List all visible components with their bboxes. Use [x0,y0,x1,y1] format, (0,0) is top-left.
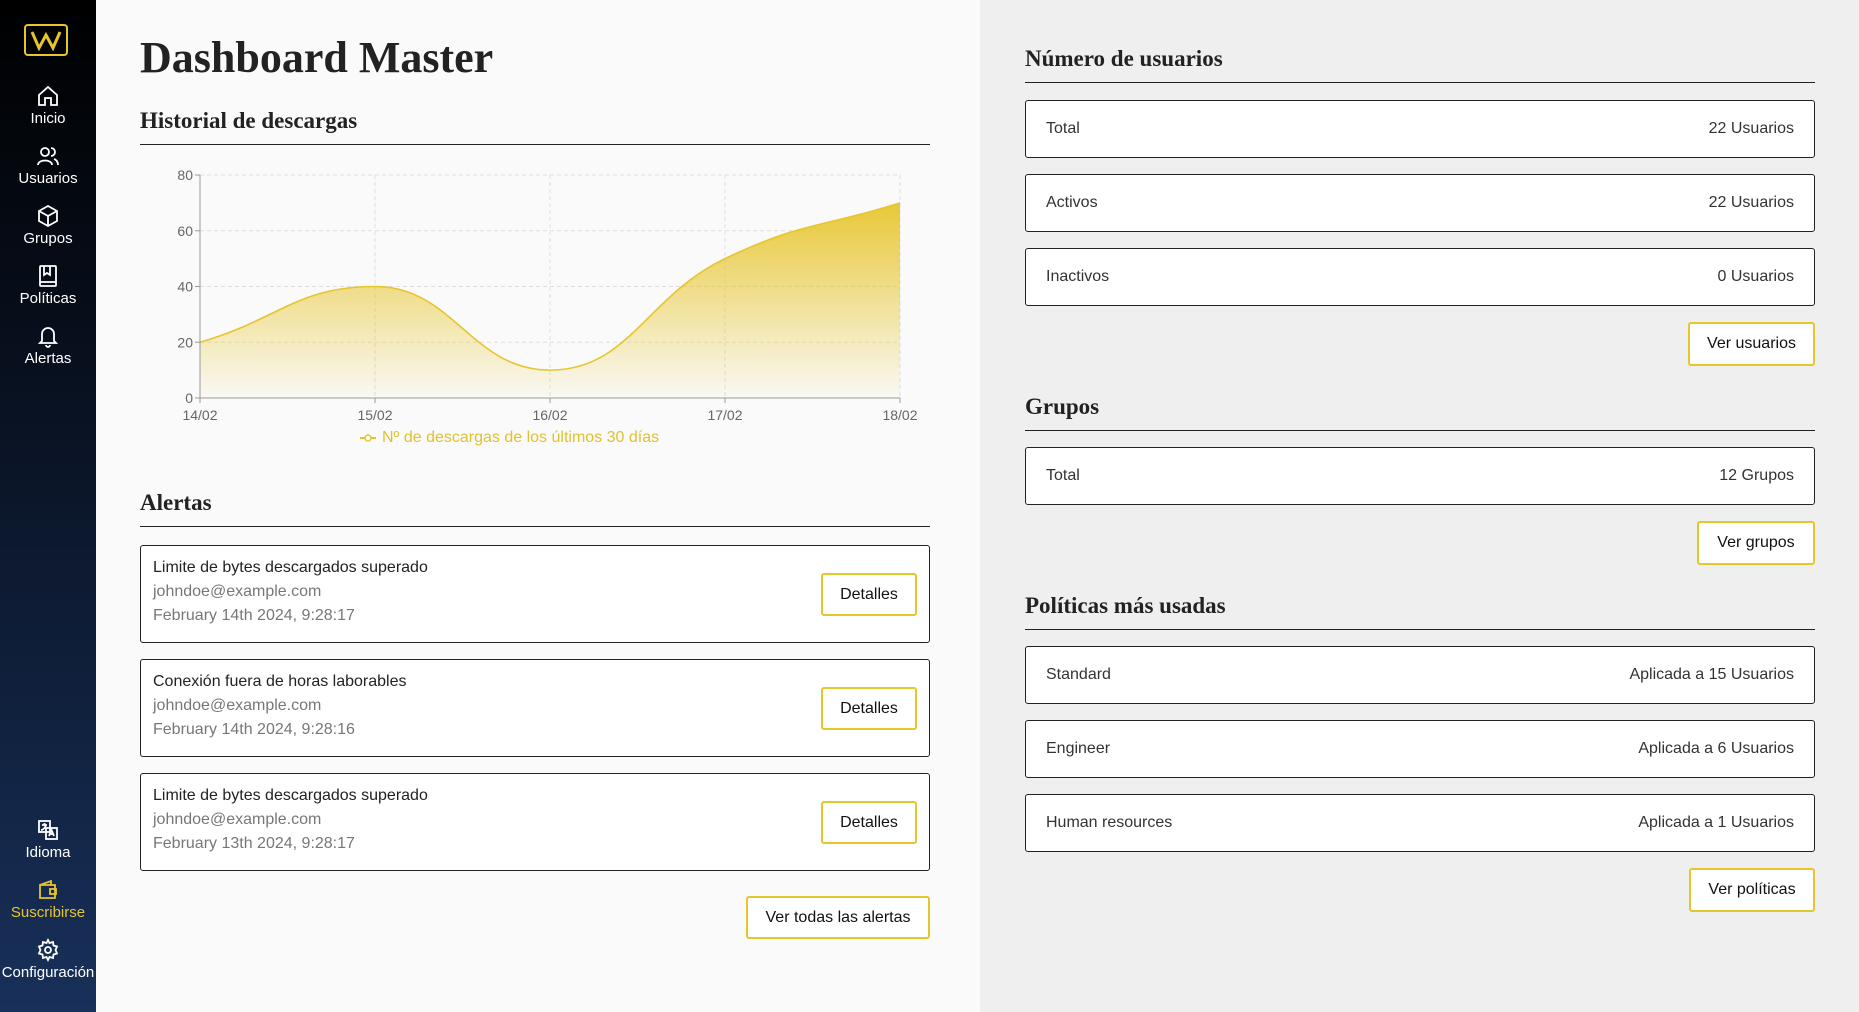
alert-title: Limite de bytes descargados superado [153,787,428,804]
sidebar-item-label: Suscribirse [10,904,86,921]
legend-marker-icon [360,434,376,442]
policy-row: Engineer Aplicada a 6 Usuarios [1025,720,1815,778]
policy-row: Human resources Aplicada a 1 Usuarios [1025,794,1815,852]
sidebar-item-label: Inicio [30,110,66,127]
users-active-row: Activos 22 Usuarios [1025,174,1815,232]
x-tick-label: 15/02 [357,407,392,423]
alert-email: johndoe@example.com [153,811,322,828]
stat-value: Aplicada a 6 Usuarios [1638,740,1794,757]
stat-label: Engineer [1046,740,1111,757]
home-icon [38,85,58,106]
users-total-row: Total 22 Usuarios [1025,100,1815,158]
y-tick-label: 0 [185,390,193,406]
cube-icon [38,204,58,228]
downloads-chart: 0 20 40 60 80 14/02 15/02 16/02 17/02 18/02 [177,167,917,423]
sidebar: Inicio Usuarios Grupos Políticas Alertas… [0,0,96,1012]
logo-w-icon [30,31,62,51]
alert-details-button[interactable]: Detalles [821,687,917,730]
downloads-section-title: Historial de descargas [140,108,930,145]
bell-icon [37,327,59,348]
alert-card: Limite de bytes descargados superado joh… [140,545,930,643]
sidebar-item-idioma[interactable]: Idioma [0,818,96,861]
sidebar-item-label: Idioma [25,844,71,861]
stat-value: 0 Usuarios [1717,268,1794,285]
alert-date: February 13th 2024, 9:28:17 [153,835,355,852]
users-inactive-row: Inactivos 0 Usuarios [1025,248,1815,306]
groups-total-row: Total 12 Grupos [1025,447,1815,505]
alert-title: Limite de bytes descargados superado [153,559,428,576]
sidebar-item-label: Grupos [23,230,73,247]
y-tick-label: 40 [177,279,193,295]
logo[interactable] [24,24,68,56]
stat-label: Total [1046,467,1080,484]
book-icon [39,265,57,287]
sidebar-item-label: Usuarios [18,170,78,187]
sidebar-item-usuarios[interactable]: Usuarios [0,144,96,187]
stat-value: 22 Usuarios [1708,120,1794,137]
x-tick-label: 17/02 [707,407,742,423]
alert-date: February 14th 2024, 9:28:16 [153,721,355,738]
y-tick-label: 80 [177,167,193,183]
view-users-button[interactable]: Ver usuarios [1688,322,1815,366]
sidebar-item-inicio[interactable]: Inicio [0,84,96,127]
alerts-section-title: Alertas [140,490,930,527]
users-icon [37,147,59,166]
alert-email: johndoe@example.com [153,583,322,600]
sidebar-item-label: Políticas [19,290,77,307]
sidebar-item-alertas[interactable]: Alertas [0,324,96,367]
stat-label: Inactivos [1046,268,1110,285]
alert-date: February 14th 2024, 9:28:17 [153,607,355,624]
sidebar-item-suscribirse[interactable]: Suscribirse [0,878,96,921]
x-tick-label: 14/02 [182,407,217,423]
stat-value: 22 Usuarios [1708,194,1794,211]
sidebar-item-label: Alertas [24,350,72,367]
view-all-alerts-button[interactable]: Ver todas las alertas [746,896,930,939]
sidebar-item-configuracion[interactable]: Configuración [0,938,96,981]
stat-label: Total [1046,120,1080,137]
policy-row: Standard Aplicada a 15 Usuarios [1025,646,1815,704]
view-groups-button[interactable]: Ver grupos [1697,521,1815,565]
alert-email: johndoe@example.com [153,697,322,714]
stat-label: Human resources [1046,814,1173,831]
y-tick-label: 60 [177,223,193,239]
x-tick-label: 18/02 [882,407,917,423]
gear-icon [37,938,59,962]
stat-label: Standard [1046,666,1111,683]
page-title: Dashboard Master [140,33,494,82]
y-tick-label: 20 [177,334,193,350]
groups-section-title: Grupos [1025,394,1815,431]
legend-label: Nº de descargas de los últimos 30 días [382,429,660,446]
translate-icon [38,820,58,840]
stat-label: Activos [1046,194,1098,211]
view-policies-button[interactable]: Ver políticas [1689,868,1815,912]
x-tick-label: 16/02 [532,407,567,423]
policies-section-title: Políticas más usadas [1025,593,1815,630]
alert-details-button[interactable]: Detalles [821,573,917,616]
stat-value: Aplicada a 1 Usuarios [1638,814,1794,831]
sidebar-item-politicas[interactable]: Políticas [0,264,96,307]
sidebar-item-grupos[interactable]: Grupos [0,204,96,247]
sidebar-item-label: Configuración [1,964,95,981]
chart-legend: Nº de descargas de los últimos 30 días [360,429,659,447]
wallet-icon [39,879,57,899]
stat-value: 12 Grupos [1719,467,1794,484]
alert-details-button[interactable]: Detalles [821,801,917,844]
alert-title: Conexión fuera de horas laborables [153,673,407,690]
stat-value: Aplicada a 15 Usuarios [1629,666,1794,683]
alert-card: Limite de bytes descargados superado joh… [140,773,930,871]
alert-card: Conexión fuera de horas laborables johnd… [140,659,930,757]
users-section-title: Número de usuarios [1025,46,1815,83]
